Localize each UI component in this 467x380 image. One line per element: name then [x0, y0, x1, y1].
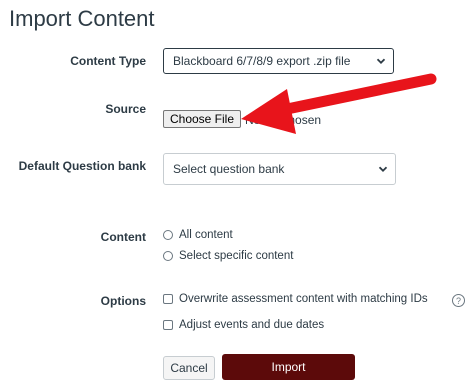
content-type-select[interactable]: Blackboard 6/7/8/9 export .zip file: [163, 48, 394, 74]
content-label: Content: [100, 230, 146, 244]
radio-all-content[interactable]: [163, 230, 173, 240]
question-bank-label: Default Question bank: [18, 159, 146, 173]
file-status-text: No file chosen: [245, 113, 322, 127]
source-label: Source: [105, 102, 146, 116]
options-label: Options: [100, 294, 146, 308]
choose-file-button[interactable]: Choose File: [163, 110, 241, 128]
chevron-down-icon: [378, 166, 388, 172]
content-type-value: Blackboard 6/7/8/9 export .zip file: [173, 54, 351, 68]
content-option-label: Select specific content: [179, 250, 294, 262]
chevron-down-icon: [376, 58, 386, 64]
help-icon[interactable]: ?: [452, 294, 465, 307]
question-bank-select[interactable]: Select question bank: [163, 153, 396, 185]
radio-specific-content[interactable]: [163, 251, 173, 261]
question-bank-value: Select question bank: [173, 162, 285, 176]
import-button[interactable]: Import: [222, 354, 355, 380]
option-adjust-dates[interactable]: Adjust events and due dates: [163, 319, 324, 331]
content-option-label: All content: [179, 229, 233, 241]
content-type-label: Content Type: [70, 54, 146, 68]
page-title: Import Content: [9, 6, 155, 31]
content-option-specific[interactable]: Select specific content: [163, 250, 293, 262]
cancel-button[interactable]: Cancel: [163, 356, 215, 380]
checkbox-adjust-dates[interactable]: [163, 320, 173, 330]
option-label: Adjust events and due dates: [179, 319, 325, 331]
checkbox-overwrite[interactable]: [163, 294, 173, 304]
content-option-all[interactable]: All content: [163, 229, 233, 241]
option-label: Overwrite assessment content with matchi…: [179, 293, 428, 305]
option-overwrite[interactable]: Overwrite assessment content with matchi…: [163, 293, 428, 305]
